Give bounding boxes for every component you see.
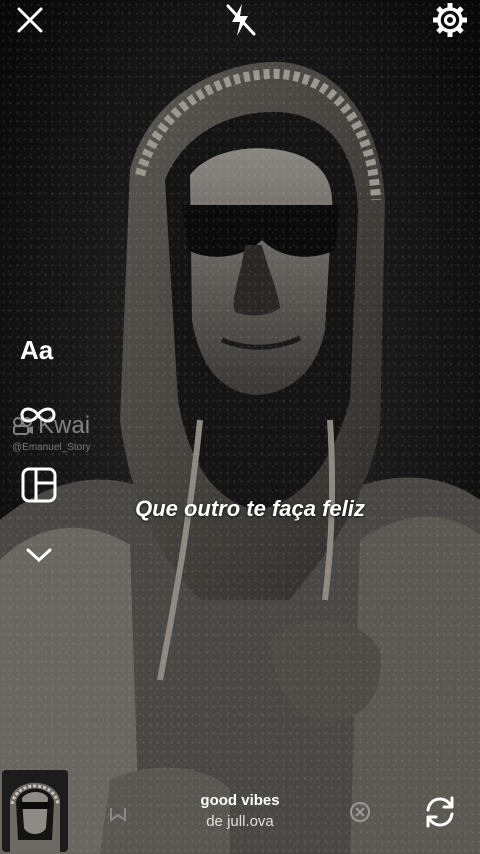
remove-circle-icon <box>350 802 370 822</box>
chevron-down-icon <box>26 548 52 563</box>
watermark-brand: Kwai <box>38 412 91 439</box>
remove-music-button[interactable] <box>348 800 372 824</box>
close-icon <box>17 7 43 33</box>
flash-off-icon <box>226 4 256 36</box>
text-tool-label: Aa <box>20 334 54 365</box>
watermark-handle: @Emanuel_Story <box>12 442 91 453</box>
flash-toggle-button[interactable] <box>210 0 270 40</box>
bookmark-icon <box>110 808 126 822</box>
gallery-thumbnail[interactable] <box>2 770 68 852</box>
settings-button[interactable] <box>420 0 480 40</box>
story-caption[interactable]: Que outro te faça feliz <box>0 496 480 522</box>
gear-icon <box>433 3 467 37</box>
kwai-watermark: Kwai @Emanuel_Story <box>12 412 122 453</box>
kwai-logo-icon <box>13 417 33 435</box>
thumbnail-image <box>2 770 68 852</box>
flip-camera-button[interactable] <box>420 792 460 832</box>
song-artist: de jull.ova <box>206 813 274 830</box>
music-bar: good vibes de jull.ova <box>0 764 480 854</box>
close-button[interactable] <box>0 0 60 40</box>
song-info[interactable]: good vibes de jull.ova <box>160 792 320 830</box>
text-tool-button[interactable]: Aa <box>0 330 80 370</box>
bookmark-button[interactable] <box>104 799 132 827</box>
flip-camera-icon <box>426 796 454 828</box>
more-tools-button[interactable] <box>0 540 80 570</box>
song-title: good vibes <box>200 792 280 809</box>
